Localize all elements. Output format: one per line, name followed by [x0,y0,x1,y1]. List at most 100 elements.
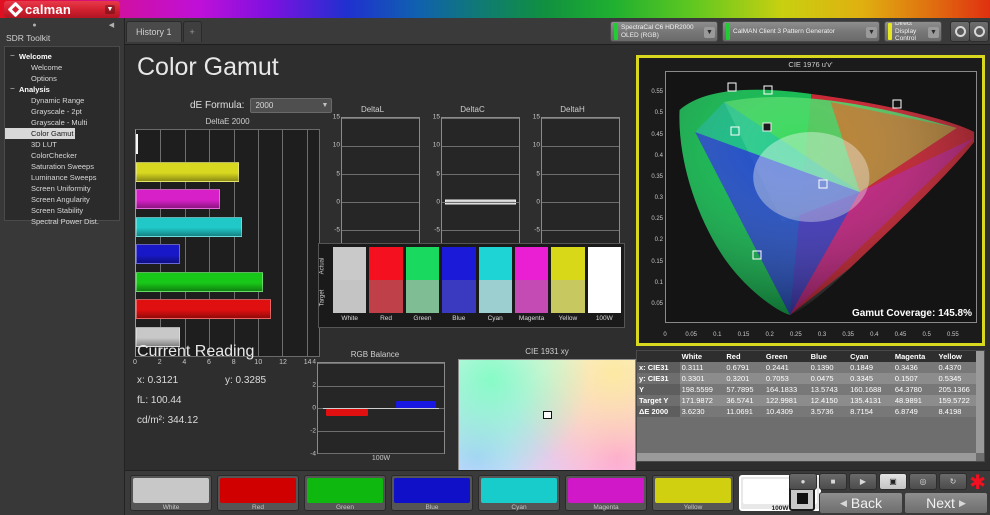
gridline [542,146,619,147]
table-cell: 135.4131 [850,396,882,405]
record-icon[interactable]: ● [789,473,817,490]
sidebar-group-welcome[interactable]: Welcome [5,51,119,62]
table-horizontal-scrollbar[interactable] [637,453,976,461]
stop-icon [796,492,808,504]
bottom-toolbar: White Red Green Blue Cyan Magenta Yellow 100W ◀… [125,470,990,515]
y-tick-15: 15 [532,113,540,121]
pattern-swatch [655,478,731,503]
pattern-generator-dropdown[interactable]: CalMAN Client 3 Pattern Generator ▼ [722,21,880,42]
chevron-down-icon[interactable]: ▼ [105,5,115,14]
cie-x-tick-0.55: 0.55 [946,332,959,338]
table-cell: 0.3201 [726,374,750,383]
table-row[interactable]: ΔE 2000 3.6230 11.0691 10.4309 3.5736 8.7154 6… [637,406,984,417]
swatch-target-label: Target [319,289,326,307]
table-vertical-scrollbar[interactable] [976,351,984,453]
play-icon[interactable]: ▶ [849,473,877,490]
record-button[interactable] [950,21,970,42]
sidebar-item-saturation-sweeps[interactable]: Saturation Sweeps [5,161,119,172]
sidebar-item-grayscale-multi[interactable]: Grayscale - Multi [5,117,119,128]
y-tick--5: -5 [434,226,440,234]
chevron-down-icon[interactable]: ▼ [928,27,939,38]
reading-cdm2-label: cd/m²: [137,415,165,426]
back-button-label: Back [850,495,883,511]
table-cell: 0.2441 [765,363,789,372]
swatch-actual [333,247,367,280]
meter-icon[interactable]: ▣ [879,473,907,490]
cie-y-tick-0.5: 0.5 [654,110,663,117]
sidebar-item-spectral-power-dist[interactable]: Spectral Power Dist. [5,216,119,227]
deltae-bar-blue [136,244,319,264]
cie1976-plot-area[interactable] [665,71,977,323]
table-row[interactable]: Y 198.5599 57.7895 164.1833 13.5743 160.1688 6… [637,384,984,395]
reading-fl-row: fL: 100.44 [137,395,266,406]
sidebar-item-colorchecker[interactable]: ColorChecker [5,150,119,161]
sidebar-item-luminance-sweeps[interactable]: Luminance Sweeps [5,172,119,183]
chevron-down-icon[interactable]: ▼ [704,27,715,38]
table-cell: 64.3780 [894,385,922,394]
pattern-button-green[interactable]: Green [304,475,386,511]
table-col-header-green: Green [763,351,809,362]
rgb-y-tick--4: -4 [310,450,316,458]
pattern-label: White [162,504,180,511]
sidebar-item-grayscale-2pt[interactable]: Grayscale - 2pt [5,106,119,117]
gamut-coverage-label: Gamut Coverage: [851,308,936,319]
sidebar-item-screen-uniformity[interactable]: Screen Uniformity [5,183,119,194]
gridline [542,174,619,175]
bar-fill [136,271,264,292]
measurement-table[interactable]: WhiteRedGreenBlueCyanMagentaYellow10 x: … [636,350,985,462]
table-cell: 11.0691 [726,407,753,416]
table-row[interactable]: y: CIE31 0.3301 0.3201 0.7053 0.0475 0.3345 0.… [637,373,984,384]
table-cell: 164.1833 [765,385,798,394]
pattern-button-blue[interactable]: Blue [391,475,473,511]
y-tick-0: 0 [536,198,540,206]
display-control-dropdown[interactable]: Direct Display Control ▼ [884,21,942,42]
sidebar-item-3d-lut[interactable]: 3D LUT [5,139,119,150]
app-logo[interactable]: calman ▼ [4,1,120,18]
deltae-plot-area [135,129,320,357]
sidebar-item-screen-angularity[interactable]: Screen Angularity [5,194,119,205]
pattern-button-yellow[interactable]: Yellow [652,475,734,511]
table-cell: 0.1507 [894,374,918,383]
close-icon[interactable]: ◀ [107,21,116,30]
pattern-button-white[interactable]: White [130,475,212,511]
gridline [318,385,444,387]
deltae-tick-12: 12 [279,359,287,366]
chromaticity-horseshoe [679,89,975,316]
deltae-chart-title: DeltaE 2000 [205,117,250,126]
back-button[interactable]: ◀ Back [819,492,903,514]
target-icon[interactable]: ◎ [909,473,937,490]
pattern-button-cyan[interactable]: Cyan [478,475,560,511]
asterisk-icon[interactable]: ✱ [969,473,986,493]
sidebar-item-options[interactable]: Options [5,73,119,84]
settings-button[interactable] [969,21,989,42]
swatch-column-yellow: Yellow [551,247,585,324]
sidebar-group-analysis[interactable]: Analysis [5,84,119,95]
chevron-down-icon[interactable]: ▼ [866,27,877,38]
y-tick-0: 0 [336,198,340,206]
table-cell: 8.7154 [850,407,874,416]
table-cell: 8.4198 [938,407,962,416]
meter-dropdown[interactable]: SpectraCal C6 HDR2000 OLED (RGB) ▼ [610,21,718,42]
next-button[interactable]: Next ▶ [904,492,988,514]
table-cell: 57.7895 [726,385,754,394]
cie1931-plot-area[interactable] [458,359,636,471]
table-row[interactable]: x: CIE31 0.3111 0.6791 0.2441 0.1390 0.1849 0.… [637,362,984,373]
sidebar-item-screen-stability[interactable]: Screen Stability [5,205,119,216]
table-row[interactable]: Target Y 171.9872 36.5741 122.9981 12.4150 13… [637,395,984,406]
pin-icon[interactable]: ● [30,21,39,30]
stop-icon[interactable]: ■ [819,473,847,490]
pattern-button-red[interactable]: Red [217,475,299,511]
sidebar-item-dynamic-range[interactable]: Dynamic Range [5,95,119,106]
y-tick-15: 15 [432,113,440,121]
refresh-icon[interactable]: ↻ [939,473,967,490]
sidebar-item-color-gamut[interactable]: Color Gamut [5,128,75,139]
pattern-button-magenta[interactable]: Magenta [565,475,647,511]
tab-history-1[interactable]: History 1 [126,21,182,42]
tab-add[interactable]: + [182,21,202,42]
pattern-dropdown-label: CalMAN Client 3 Pattern Generator [733,27,835,35]
sidebar-item-welcome[interactable]: Welcome [5,62,119,73]
deltae-bar-cyan [136,216,319,237]
main-panel: Color Gamut dE Formula: 2000 ▼ DeltaE 20… [125,45,990,471]
deltae-bar-magenta [136,189,319,209]
de-formula-select[interactable]: 2000 ▼ [250,98,333,113]
